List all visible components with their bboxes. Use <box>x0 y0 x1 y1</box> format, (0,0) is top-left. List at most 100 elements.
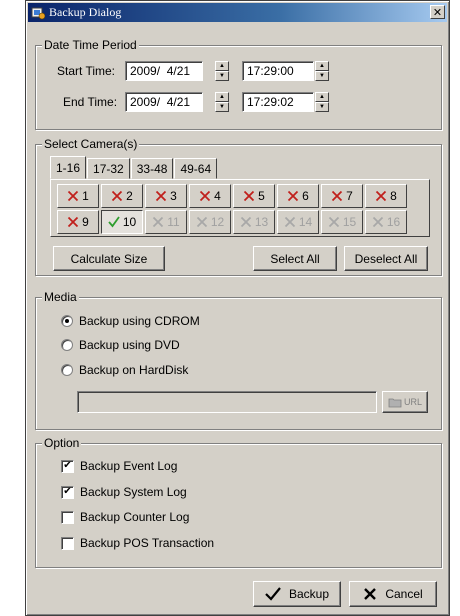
cross-icon <box>200 190 211 202</box>
spin-down-icon[interactable]: ▼ <box>215 102 229 112</box>
camera-number: 14 <box>298 215 313 229</box>
radio-button[interactable] <box>61 315 73 327</box>
checkbox[interactable] <box>61 510 74 524</box>
cross-icon <box>328 216 339 228</box>
spin-up-icon[interactable]: ▲ <box>315 61 329 71</box>
cancel-button[interactable]: Cancel <box>349 581 437 607</box>
tab-49-64[interactable]: 49-64 <box>174 158 218 179</box>
deselect-all-button[interactable]: Deselect All <box>344 246 428 271</box>
cross-icon <box>332 190 343 202</box>
check-backup-pos-transaction[interactable]: Backup POS Transaction <box>61 536 214 550</box>
cross-icon <box>68 190 79 202</box>
camera-8-toggle[interactable]: 8 <box>365 184 407 208</box>
start-time-spinner[interactable]: ▲ ▼ <box>315 61 329 81</box>
select-cameras-legend: Select Camera(s) <box>42 137 140 151</box>
title-bar[interactable]: Backup Dialog ✕ <box>28 3 447 22</box>
date-time-period-group: Date Time Period <box>35 38 442 130</box>
check-backup-counter-log[interactable]: Backup Counter Log <box>61 510 189 524</box>
camera-number: 3 <box>170 189 177 203</box>
camera-13-toggle[interactable]: 13 <box>233 210 275 234</box>
camera-tab-panel: 1 2 3 4 5 6 7 8 9 10 11 12 13 14 15 16 <box>50 179 430 237</box>
end-time-label: End Time: <box>63 95 118 109</box>
camera-15-toggle[interactable]: 15 <box>321 210 363 234</box>
camera-11-toggle[interactable]: 11 <box>145 210 187 234</box>
spin-up-icon[interactable]: ▲ <box>315 92 329 102</box>
end-date-spinner[interactable]: ▲ ▼ <box>215 92 229 112</box>
spin-down-icon[interactable]: ▼ <box>315 71 329 81</box>
harddisk-path-field[interactable] <box>77 391 377 413</box>
camera-2-toggle[interactable]: 2 <box>101 184 143 208</box>
radio-label: Backup on HardDisk <box>79 363 189 377</box>
camera-5-toggle[interactable]: 5 <box>233 184 275 208</box>
end-time-spinner[interactable]: ▲ ▼ <box>315 92 329 112</box>
camera-9-toggle[interactable]: 9 <box>57 210 99 234</box>
url-label: URL <box>403 397 422 407</box>
radio-button[interactable] <box>61 339 73 351</box>
check-backup-system-log[interactable]: ✔ Backup System Log <box>61 485 187 499</box>
end-date-field[interactable]: 2009/ 4/21 <box>125 92 203 112</box>
deselect-all-label: Deselect All <box>354 251 418 266</box>
tab-1-16[interactable]: 1-16 <box>50 156 87 179</box>
cross-icon <box>376 190 387 202</box>
media-legend: Media <box>42 290 79 304</box>
url-browse-button[interactable]: URL <box>382 391 428 413</box>
cross-icon <box>240 216 251 228</box>
cross-icon <box>112 190 123 202</box>
cross-icon <box>68 216 79 228</box>
camera-4-toggle[interactable]: 4 <box>189 184 231 208</box>
checkmark-icon: ✔ <box>63 486 72 497</box>
radio-selected-dot <box>65 319 69 323</box>
camera-10-toggle[interactable]: 10 <box>101 210 143 234</box>
cross-icon <box>156 190 167 202</box>
calculate-size-button[interactable]: Calculate Size <box>53 246 165 271</box>
folder-icon <box>388 398 402 407</box>
camera-number: 15 <box>342 215 357 229</box>
camera-number: 1 <box>82 189 89 203</box>
cross-icon <box>284 216 295 228</box>
cross-icon <box>196 216 207 228</box>
radio-backup-harddisk[interactable]: Backup on HardDisk <box>61 363 188 377</box>
start-date-spinner[interactable]: ▲ ▼ <box>215 61 229 81</box>
backup-dialog-window: Backup Dialog ✕ Date Time Period Start T… <box>25 0 450 616</box>
check-backup-event-log[interactable]: ✔ Backup Event Log <box>61 459 177 473</box>
camera-12-toggle[interactable]: 12 <box>189 210 231 234</box>
camera-number: 11 <box>167 215 180 229</box>
camera-16-toggle[interactable]: 16 <box>365 210 407 234</box>
close-button[interactable]: ✕ <box>430 5 445 19</box>
camera-7-toggle[interactable]: 7 <box>321 184 363 208</box>
camera-number: 16 <box>386 215 401 229</box>
cross-icon <box>364 588 377 600</box>
cancel-label: Cancel <box>385 587 423 601</box>
checkmark-icon <box>108 216 120 228</box>
checkbox-label: Backup POS Transaction <box>80 536 215 550</box>
radio-button[interactable] <box>61 364 73 376</box>
cross-icon <box>244 190 255 202</box>
tab-17-32[interactable]: 17-32 <box>87 158 130 179</box>
spin-up-icon[interactable]: ▲ <box>215 61 229 71</box>
select-all-button[interactable]: Select All <box>253 246 337 271</box>
spin-down-icon[interactable]: ▼ <box>315 102 329 112</box>
start-date-field[interactable]: 2009/ 4/21 <box>125 61 203 81</box>
camera-3-toggle[interactable]: 3 <box>145 184 187 208</box>
camera-number: 9 <box>82 215 89 229</box>
end-time-field[interactable]: 17:29:02 <box>242 92 314 112</box>
spin-up-icon[interactable]: ▲ <box>215 92 229 102</box>
backup-button[interactable]: Backup <box>253 581 341 607</box>
checkbox[interactable]: ✔ <box>61 485 74 499</box>
camera-number: 13 <box>254 215 269 229</box>
cross-icon <box>153 216 164 228</box>
tab-33-48[interactable]: 33-48 <box>130 158 174 179</box>
camera-6-toggle[interactable]: 6 <box>277 184 319 208</box>
spin-down-icon[interactable]: ▼ <box>215 71 229 81</box>
camera-grid: 1 2 3 4 5 6 7 8 9 10 11 12 13 14 15 16 <box>57 184 407 234</box>
option-legend: Option <box>42 436 82 450</box>
radio-backup-cdrom[interactable]: Backup using CDROM <box>61 314 200 328</box>
radio-backup-dvd[interactable]: Backup using DVD <box>61 338 180 352</box>
start-time-field[interactable]: 17:29:00 <box>242 61 314 81</box>
select-all-label: Select All <box>270 251 320 266</box>
checkbox[interactable] <box>61 536 74 550</box>
calculate-size-label: Calculate Size <box>70 251 148 266</box>
checkbox[interactable]: ✔ <box>61 459 74 473</box>
camera-14-toggle[interactable]: 14 <box>277 210 319 234</box>
camera-1-toggle[interactable]: 1 <box>57 184 99 208</box>
